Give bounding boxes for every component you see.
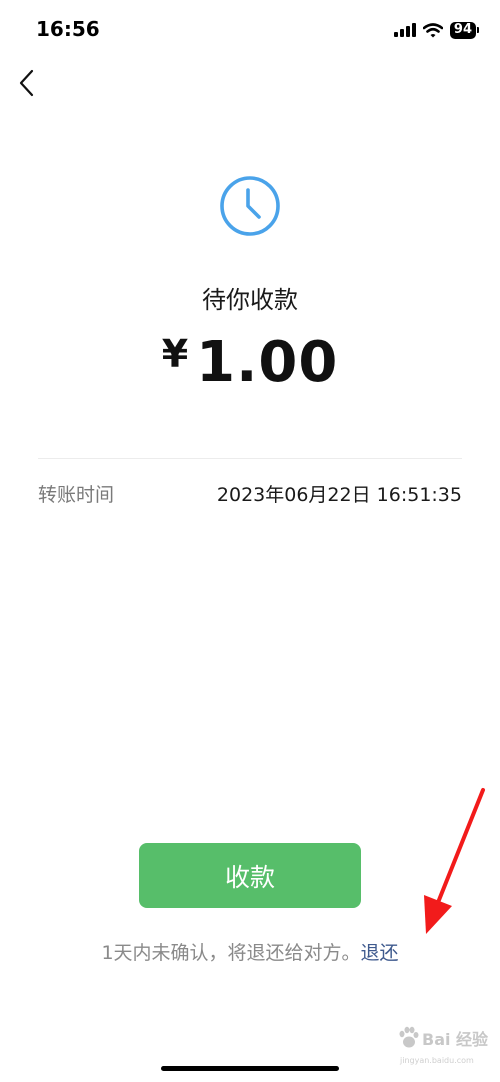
chevron-left-icon [19, 69, 34, 97]
refund-notice: 1天内未确认，将退还给对方。退还 [0, 938, 500, 965]
home-indicator[interactable] [161, 1066, 339, 1071]
transfer-time-value: 2023年06月22日 16:51:35 [216, 484, 462, 506]
status-time: 16:56 [36, 17, 100, 41]
status-icons: 94 [393, 19, 480, 41]
divider [38, 458, 462, 459]
wifi-icon [422, 22, 443, 37]
transfer-receipt-screen: 16:56 94 待你收款 ¥1.00 转账时间 2023年06月22日 16:… [0, 0, 500, 1082]
paw-logo-icon [399, 1026, 419, 1048]
battery-level: 94 [453, 22, 472, 37]
transfer-amount: ¥1.00 [0, 330, 500, 395]
baidu-watermark: Bai 经验 jingyan.baidu.com [396, 1026, 488, 1070]
signal-icon [393, 23, 416, 37]
transfer-time-label: 转账时间 [38, 484, 115, 506]
battery-indicator: 94 [449, 21, 480, 39]
transfer-status: 待你收款 [202, 286, 298, 314]
back-button[interactable] [14, 66, 44, 100]
currency-symbol: ¥ [161, 332, 189, 376]
refund-notice-text: 1天内未确认，将退还给对方。 [101, 942, 361, 964]
watermark-url: jingyan.baidu.com [400, 1056, 474, 1065]
refund-link[interactable]: 退还 [361, 942, 399, 964]
clock-icon [220, 176, 280, 236]
annotation-arrow-icon [424, 788, 485, 934]
receive-button[interactable]: 收款 [139, 843, 361, 908]
watermark-text: Bai 经验 [422, 1030, 489, 1049]
amount-value: 1.00 [196, 330, 339, 395]
